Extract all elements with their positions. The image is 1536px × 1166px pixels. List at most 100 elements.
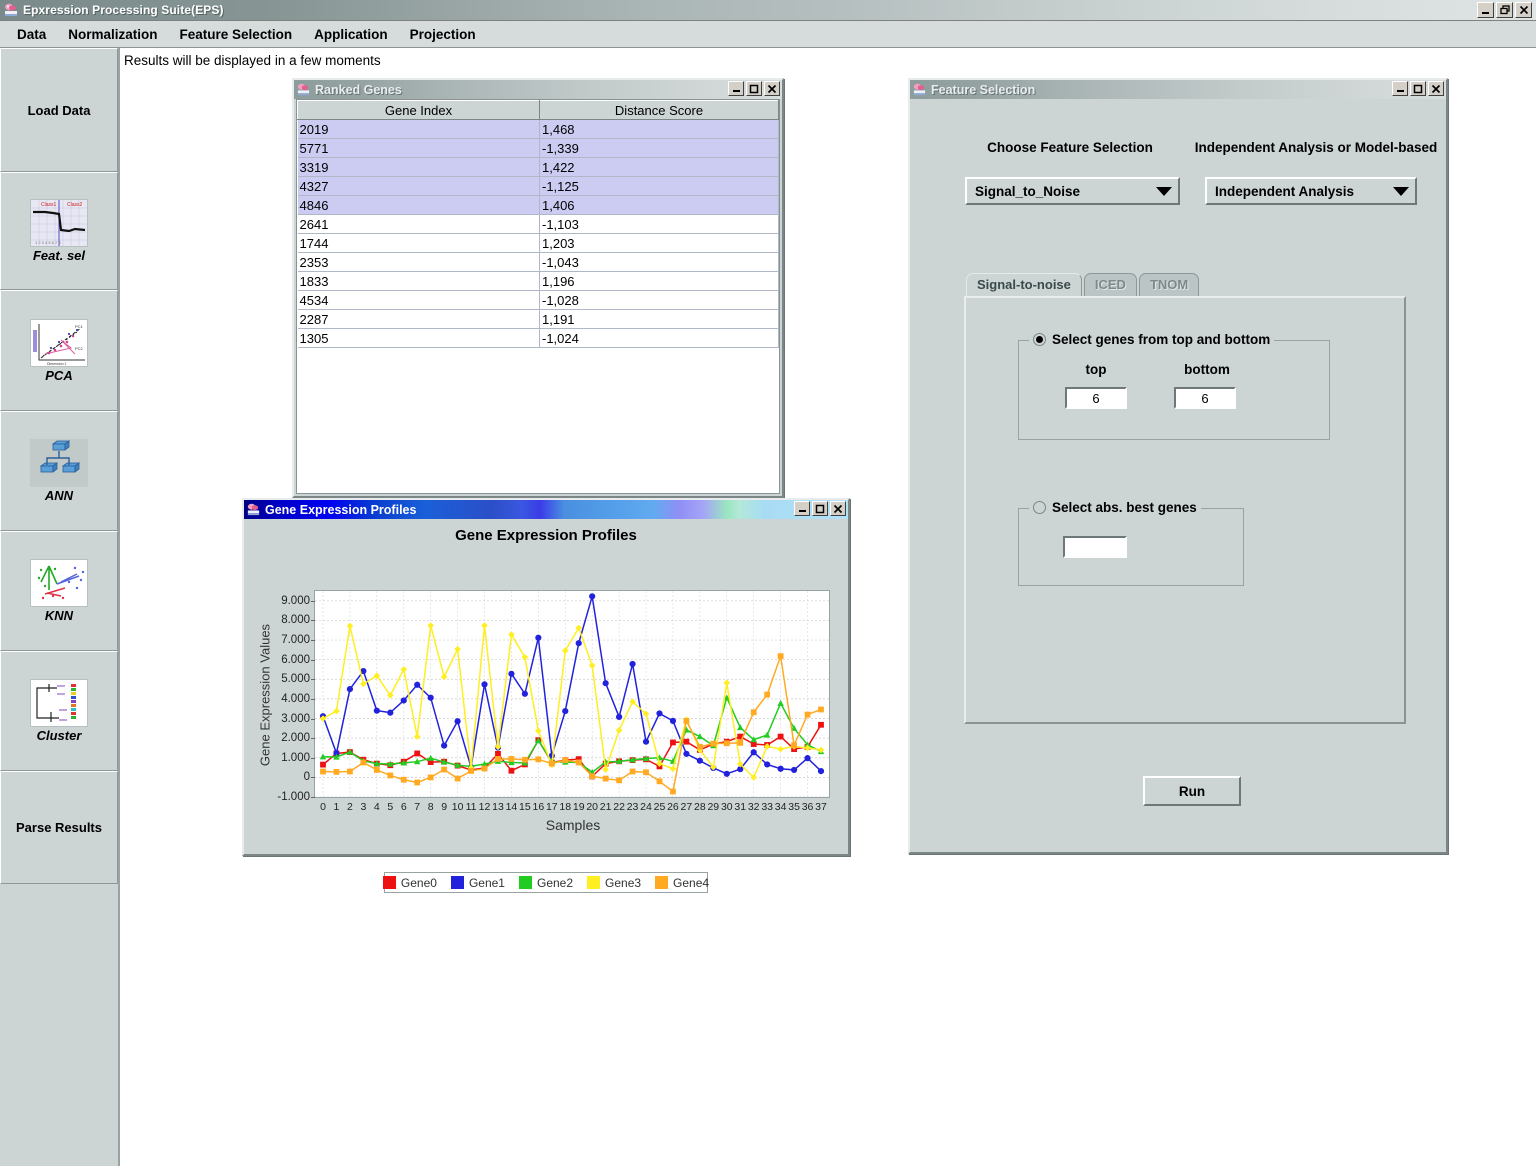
legend-label: Gene0 <box>400 875 437 890</box>
select-top-bottom-header[interactable]: Select genes from top and bottom <box>1029 332 1275 347</box>
sidebar-item-label: Load Data <box>27 102 91 118</box>
app-icon <box>3 2 19 18</box>
tab-tnom[interactable]: TNOM <box>1138 273 1200 296</box>
y-tick-label: 8.000 <box>281 614 310 627</box>
cell-gene-index: 4327 <box>297 176 540 196</box>
table-row[interactable]: 4327 -1,125 <box>297 176 779 196</box>
select-abs-best-header[interactable]: Select abs. best genes <box>1029 500 1201 515</box>
svg-text:Class1: Class1 <box>41 202 57 208</box>
x-tick-label: 35 <box>788 801 800 813</box>
table-row[interactable]: 4846 1,406 <box>297 195 779 215</box>
cell-gene-index: 4534 <box>297 290 540 310</box>
table-row[interactable]: 1744 1,203 <box>297 233 779 253</box>
cell-distance-score: 1,191 <box>539 309 779 329</box>
table-row[interactable]: 1833 1,196 <box>297 271 779 291</box>
svg-text:PC1: PC1 <box>75 324 84 329</box>
x-tick-label: 33 <box>761 801 773 813</box>
column-header-distance-score[interactable]: Distance Score <box>539 100 779 120</box>
run-button[interactable]: Run <box>1143 776 1241 806</box>
tab-iced[interactable]: ICED <box>1083 273 1137 296</box>
table-row[interactable]: 1305 -1,024 <box>297 328 779 348</box>
x-tick-label: 0 <box>320 801 326 813</box>
cell-distance-score: -1,024 <box>539 328 779 348</box>
analysis-value: Independent Analysis <box>1215 183 1355 199</box>
chart-series-gene2 <box>319 694 825 775</box>
chart-title-bar[interactable]: Gene Expression Profiles <box>244 500 848 519</box>
x-tick-label: 18 <box>559 801 572 813</box>
sidebar-item-load-data[interactable]: Load Data <box>0 48 118 172</box>
restore-button[interactable] <box>1496 2 1513 18</box>
sidebar-item-pca[interactable]: PC1 PC2 Dimension 1 PCA <box>0 290 118 411</box>
minimize-button[interactable] <box>794 501 810 516</box>
ranked-genes-title-bar[interactable]: Ranked Genes <box>294 80 782 99</box>
close-button[interactable] <box>1515 2 1532 18</box>
minimize-button[interactable] <box>1392 81 1408 96</box>
radio-select-top-bottom[interactable] <box>1033 333 1046 346</box>
legend-item: Gene3 <box>587 876 641 890</box>
sidebar-item-cluster[interactable]: Cluster <box>0 651 118 771</box>
menu-item-projection[interactable]: Projection <box>399 24 487 45</box>
choose-feature-selection-label: Choose Feature Selection <box>987 140 1153 155</box>
chart-x-axis-label: Samples <box>545 817 601 833</box>
close-button[interactable] <box>764 81 780 96</box>
chart-series-gene0 <box>320 721 824 780</box>
menu-item-application[interactable]: Application <box>303 24 399 45</box>
tab-signal-to-noise[interactable]: Signal-to-noise <box>966 273 1082 296</box>
table-row[interactable]: 5771 -1,339 <box>297 138 779 158</box>
select-abs-best-label: Select abs. best genes <box>1052 500 1197 515</box>
table-row[interactable]: 2641 -1,103 <box>297 214 779 234</box>
app-title: Epxression Processing Suite(EPS) <box>23 3 224 17</box>
ranked-genes-table: Gene Index Distance Score 2019 1,468 5771-… <box>297 100 779 348</box>
y-tick-label: 1.000 <box>281 751 310 764</box>
minimize-button[interactable] <box>1477 2 1494 18</box>
x-tick-label: 21 <box>599 801 612 813</box>
table-row[interactable]: 4534 -1,028 <box>297 290 779 310</box>
close-button[interactable] <box>830 501 846 516</box>
legend-item: Gene2 <box>518 876 573 890</box>
maximize-button[interactable] <box>1410 81 1426 96</box>
x-tick-label: 4 <box>373 801 380 813</box>
chart-plot-area: Gene Expression Values 9.000 8.000 7.000 6.… <box>258 590 830 833</box>
close-button[interactable] <box>1428 81 1444 96</box>
table-row[interactable]: 3319 1,422 <box>297 157 779 177</box>
select-top-bottom-label: Select genes from top and bottom <box>1052 332 1271 347</box>
menu-bar: Data Normalization Feature Selection App… <box>0 21 1536 48</box>
cell-gene-index: 3319 <box>297 157 540 177</box>
bottom-input[interactable]: 6 <box>1174 387 1236 409</box>
sidebar-item-parse-results[interactable]: Parse Results <box>0 771 118 884</box>
menu-item-normalization[interactable]: Normalization <box>57 24 168 45</box>
menu-item-feature-selection[interactable]: Feature Selection <box>169 24 304 45</box>
x-tick-label: 22 <box>613 801 625 813</box>
top-input[interactable]: 6 <box>1065 387 1127 409</box>
sidebar-item-label: Parse Results <box>16 820 102 835</box>
y-tick-label: 2.000 <box>281 732 310 745</box>
abs-best-input[interactable] <box>1063 536 1127 558</box>
maximize-button[interactable] <box>746 81 762 96</box>
method-tab-strip: Signal-to-noise ICED TNOM <box>966 273 1200 296</box>
menu-item-data[interactable]: Data <box>6 24 57 45</box>
x-tick-label: 15 <box>519 801 531 813</box>
svg-text:PC2: PC2 <box>75 346 84 351</box>
radio-select-abs-best[interactable] <box>1033 501 1046 514</box>
feature-selection-title-bar[interactable]: Feature Selection <box>910 80 1446 99</box>
minimize-button[interactable] <box>728 81 744 96</box>
column-header-gene-index[interactable]: Gene Index <box>297 100 540 120</box>
sidebar-item-ann[interactable]: ANN <box>0 411 118 531</box>
svg-text:Class2: Class2 <box>67 202 83 208</box>
sidebar: Load Data Class1 Class2 1 2 3 4 5 6 7 8 … <box>0 48 120 1166</box>
ranked-genes-table-container[interactable]: Gene Index Distance Score 2019 1,468 5771-… <box>296 99 780 494</box>
cell-gene-index: 2641 <box>297 214 540 234</box>
sidebar-item-feature-selection[interactable]: Class1 Class2 1 2 3 4 5 6 7 8 Feat. sel <box>0 172 118 290</box>
sidebar-item-knn[interactable]: KNN <box>0 531 118 651</box>
x-tick-label: 2 <box>346 801 353 813</box>
table-row[interactable]: 2287 1,191 <box>297 309 779 329</box>
feature-selection-method-dropdown[interactable]: Signal_to_Noise <box>965 177 1180 205</box>
table-row[interactable]: 2019 1,468 <box>297 119 779 139</box>
sidebar-item-label: ANN <box>44 488 74 503</box>
maximize-button[interactable] <box>812 501 828 516</box>
window-icon <box>912 82 927 97</box>
x-tick-label: 29 <box>707 801 720 813</box>
legend-label: Gene4 <box>673 875 710 890</box>
table-row[interactable]: 2353 -1,043 <box>297 252 779 272</box>
analysis-type-dropdown[interactable]: Independent Analysis <box>1205 177 1417 205</box>
